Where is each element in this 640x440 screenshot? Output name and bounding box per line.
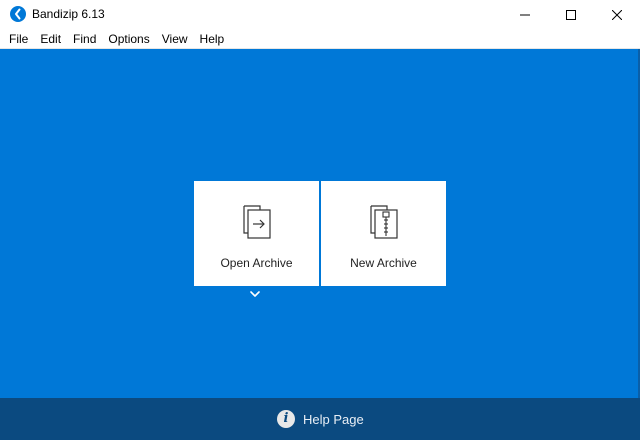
- new-archive-label: New Archive: [350, 256, 417, 270]
- maximize-button[interactable]: [548, 0, 594, 29]
- minimize-button[interactable]: [502, 0, 548, 29]
- window-title: Bandizip 6.13: [32, 7, 105, 21]
- footer-bar: i Help Page: [0, 398, 640, 440]
- title-bar: Bandizip 6.13: [0, 0, 640, 29]
- help-page-link[interactable]: i Help Page: [277, 410, 364, 428]
- bandizip-logo-icon: [10, 6, 26, 22]
- menu-help[interactable]: Help: [194, 30, 231, 48]
- open-archive-icon: [242, 205, 271, 239]
- main-area: Open Archive New Archive: [0, 49, 640, 398]
- menu-find[interactable]: Find: [67, 30, 102, 48]
- chevron-down-icon[interactable]: [248, 289, 262, 299]
- new-archive-icon: [369, 205, 398, 239]
- menu-edit[interactable]: Edit: [34, 30, 67, 48]
- close-icon: [612, 9, 622, 20]
- open-archive-button[interactable]: Open Archive: [194, 181, 319, 286]
- minimize-icon: [520, 14, 530, 15]
- info-icon: i: [277, 410, 295, 428]
- menu-view[interactable]: View: [156, 30, 194, 48]
- maximize-icon: [566, 9, 576, 20]
- menu-bar: File Edit Find Options View Help: [0, 29, 640, 49]
- help-page-label: Help Page: [303, 411, 364, 427]
- new-archive-button[interactable]: New Archive: [321, 181, 446, 286]
- menu-options[interactable]: Options: [102, 30, 155, 48]
- open-archive-label: Open Archive: [220, 256, 293, 270]
- menu-file[interactable]: File: [0, 30, 34, 48]
- close-button[interactable]: [594, 0, 640, 29]
